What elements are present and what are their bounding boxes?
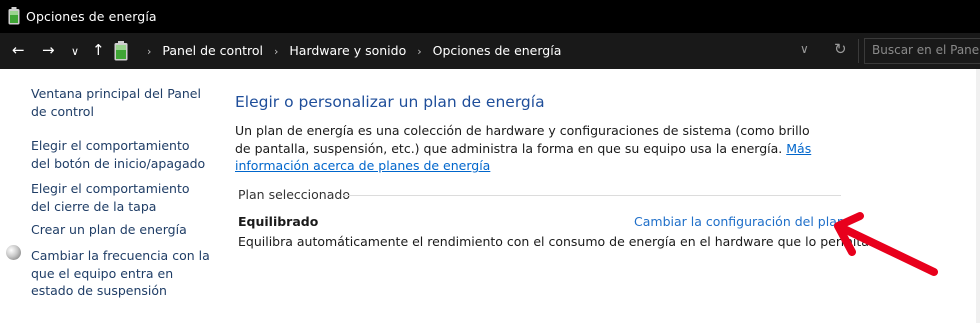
sidebar-item-cierre-tapa[interactable]: Elegir el comportamiento del cierre de l… bbox=[31, 180, 211, 215]
up-button[interactable]: ↑ bbox=[92, 41, 105, 59]
forward-button[interactable]: → bbox=[42, 41, 55, 59]
description-text: Un plan de energía es una colección de h… bbox=[235, 123, 810, 156]
title-bar: Opciones de energía bbox=[0, 0, 980, 33]
divider bbox=[858, 39, 859, 63]
back-button[interactable]: ← bbox=[12, 41, 25, 59]
refresh-button[interactable]: ↻ bbox=[834, 40, 847, 58]
search-input[interactable] bbox=[872, 43, 980, 57]
recent-locations-button[interactable]: ∨ bbox=[71, 43, 79, 61]
change-plan-settings-link[interactable]: Cambiar la configuración del plan bbox=[634, 214, 845, 229]
breadcrumb-opciones-de-energia[interactable]: Opciones de energía bbox=[433, 43, 562, 58]
battery-icon bbox=[8, 7, 20, 25]
breadcrumb-separator[interactable]: › bbox=[274, 45, 278, 58]
address-bar: ← → ∨ ↑ › Panel de control › Hardware y … bbox=[0, 33, 980, 69]
battery-icon bbox=[114, 41, 128, 61]
address-dropdown-button[interactable]: ∨ bbox=[800, 42, 809, 56]
sidebar-item-frecuencia-suspension[interactable]: Cambiar la frecuencia con la que el equi… bbox=[31, 247, 211, 300]
window-title: Opciones de energía bbox=[26, 9, 157, 24]
plan-name: Equilibrado bbox=[238, 214, 319, 229]
breadcrumb-separator[interactable]: › bbox=[147, 45, 151, 58]
divider bbox=[343, 195, 841, 196]
scrollbar[interactable] bbox=[976, 69, 980, 323]
breadcrumb: › Panel de control › Hardware y sonido ›… bbox=[140, 43, 561, 58]
sidebar-item-panel-principal[interactable]: Ventana principal del Panel de control bbox=[31, 85, 211, 120]
plan-description: Equilibra automáticamente el rendimiento… bbox=[238, 234, 873, 249]
page-description: Un plan de energía es una colección de h… bbox=[235, 122, 825, 175]
sidebar-item-boton-inicio-apagado[interactable]: Elegir el comportamiento del botón de in… bbox=[31, 137, 211, 172]
breadcrumb-panel-de-control[interactable]: Panel de control bbox=[162, 43, 263, 58]
shield-icon bbox=[6, 245, 21, 260]
plan-group-label: Plan seleccionado bbox=[238, 187, 350, 202]
page-title: Elegir o personalizar un plan de energía bbox=[235, 93, 545, 111]
sidebar-item-crear-plan[interactable]: Crear un plan de energía bbox=[31, 221, 211, 239]
search-box[interactable] bbox=[864, 38, 980, 64]
breadcrumb-hardware-y-sonido[interactable]: Hardware y sonido bbox=[289, 43, 406, 58]
red-arrow-icon bbox=[834, 212, 938, 276]
sidebar: Ventana principal del Panel de control E… bbox=[0, 69, 215, 323]
breadcrumb-separator[interactable]: › bbox=[417, 45, 421, 58]
